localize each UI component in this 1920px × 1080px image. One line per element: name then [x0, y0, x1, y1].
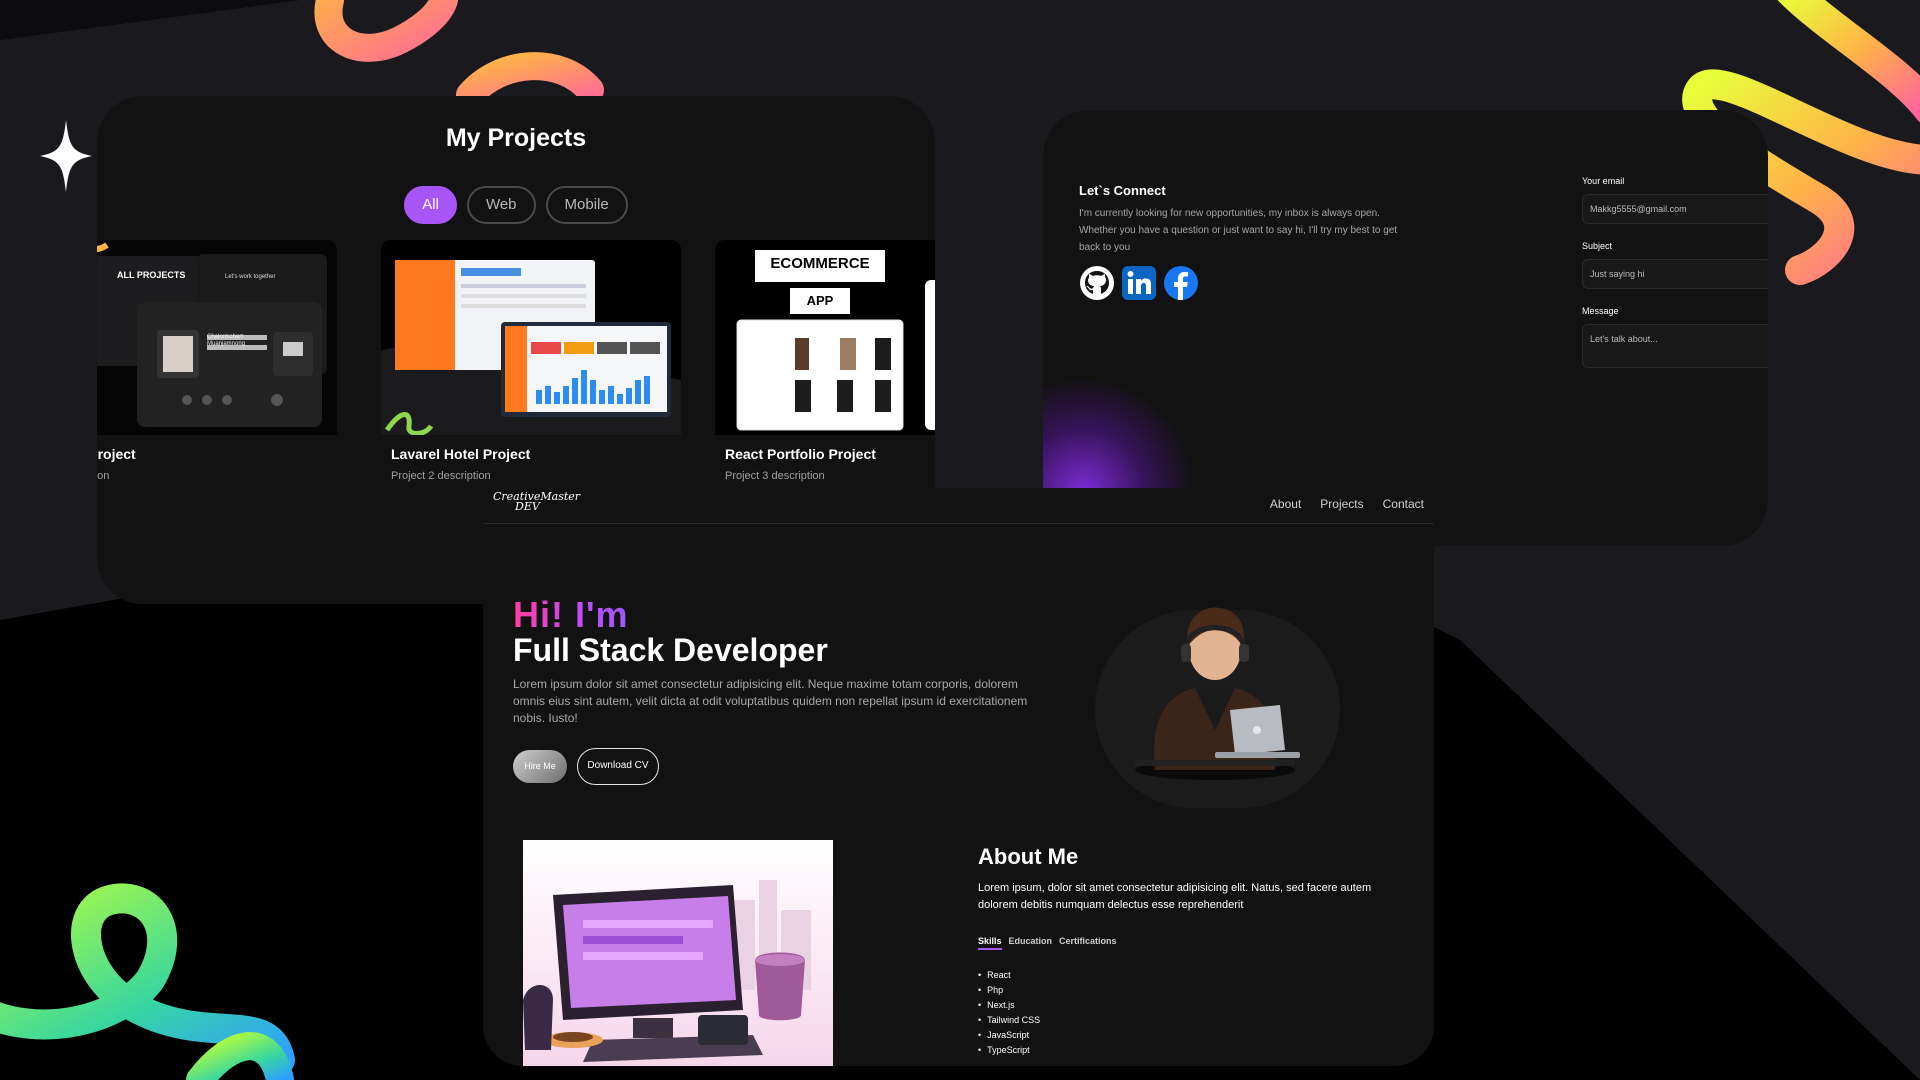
nav-projects-link[interactable]: Projects: [1320, 497, 1363, 511]
contact-text: I'm currently looking for new opportunit…: [1079, 208, 1398, 253]
subject-label: Subject: [1582, 241, 1613, 251]
tab-education[interactable]: Education: [1009, 936, 1053, 950]
about-title: About Me: [978, 844, 1079, 869]
filter-mobile-button[interactable]: Mobile: [545, 186, 628, 224]
subject-field[interactable]: Just saying hi: [1582, 259, 1768, 289]
project-card-2[interactable]: Lavarel Hotel Project Project 2 descript…: [381, 240, 681, 482]
logo-line2: DEV: [515, 500, 540, 513]
download-cv-button[interactable]: Download CV: [577, 748, 659, 785]
about-tabs: Skills Education Certifications: [978, 936, 1117, 950]
linkedin-icon[interactable]: [1121, 265, 1157, 301]
skills-list: React Php Next.js Tailwind CSS JavaScrip…: [978, 968, 1040, 1058]
thumb1-cta: Let's work together: [225, 274, 276, 280]
about-text: Lorem ipsum, dolor sit amet consectetur …: [978, 882, 1372, 911]
project-desc-3: Project 3 description: [725, 470, 825, 482]
thumb3-line1: ECOMMERCE: [770, 255, 870, 272]
social-links: [1079, 265, 1199, 301]
list-item: TypeScript: [978, 1043, 1040, 1058]
list-item: React: [978, 968, 1040, 983]
filter-all-button[interactable]: All: [404, 186, 457, 224]
hero-greeting: Hi! I'm: [513, 594, 629, 635]
filter-web-button[interactable]: Web: [466, 186, 536, 224]
github-icon[interactable]: [1079, 265, 1115, 301]
tab-certifications[interactable]: Certifications: [1059, 936, 1117, 950]
sparkle-icon: [40, 120, 92, 192]
portfolio-main: Hi! I'm Full Stack Developer Lorem ipsum…: [483, 488, 1434, 1066]
project-card-3[interactable]: ECOMMERCE APP React Portfolio Project Pr…: [715, 240, 935, 482]
message-label: Message: [1582, 306, 1619, 316]
project-title-3: React Portfolio Project: [725, 446, 876, 462]
hero-text: Lorem ipsum dolor sit amet consectetur a…: [513, 677, 1028, 725]
project-title-1: press Project: [97, 446, 136, 462]
thumb1-name: Chalormchart Muanjamnong: [207, 334, 246, 347]
project-title-2: Lavarel Hotel Project: [391, 446, 531, 462]
thumb1-heading: ALL PROJECTS: [117, 270, 186, 280]
email-field[interactable]: Makkg5555@gmail.com: [1582, 194, 1768, 224]
facebook-icon[interactable]: [1163, 265, 1199, 301]
email-label: Your email: [1582, 176, 1625, 186]
tab-skills[interactable]: Skills: [978, 936, 1002, 950]
list-item: Tailwind CSS: [978, 1013, 1040, 1028]
nav-contact-link[interactable]: Contact: [1383, 497, 1424, 511]
list-item: Php: [978, 983, 1040, 998]
project-desc-2: Project 2 description: [391, 470, 491, 482]
contact-heading: Let`s Connect: [1079, 183, 1166, 198]
nav-links: About Projects Contact: [1270, 497, 1424, 511]
avatar: [1095, 607, 1340, 808]
thumb3-line2: APP: [806, 293, 834, 308]
projects-title: My Projects: [445, 124, 587, 152]
hire-me-button[interactable]: Hire Me: [513, 750, 567, 783]
about-image: [523, 840, 833, 1066]
project-desc-1: 1 description: [97, 470, 110, 482]
hero-role: Full Stack Developer: [513, 632, 828, 668]
project-filter-tabs: All Web Mobile: [97, 186, 935, 224]
project-card-1[interactable]: ALL PROJECTS Chalormchart Muanjamnong Le…: [97, 240, 337, 482]
message-field[interactable]: Let's talk about...: [1582, 324, 1768, 368]
site-logo[interactable]: CreativeMaster DEV: [493, 491, 580, 513]
list-item: Next.js: [978, 998, 1040, 1013]
nav-about-link[interactable]: About: [1270, 497, 1301, 511]
list-item: JavaScript: [978, 1028, 1040, 1043]
project-thumbnail-1: ALL PROJECTS Chalormchart Muanjamnong Le…: [97, 240, 337, 435]
project-thumbnail-3: ECOMMERCE APP: [715, 240, 935, 435]
contact-section: Let`s Connect I'm currently looking for …: [1043, 110, 1768, 546]
project-thumbnail-2: [381, 240, 681, 435]
navbar: CreativeMaster DEV About Projects Contac…: [483, 488, 1434, 524]
